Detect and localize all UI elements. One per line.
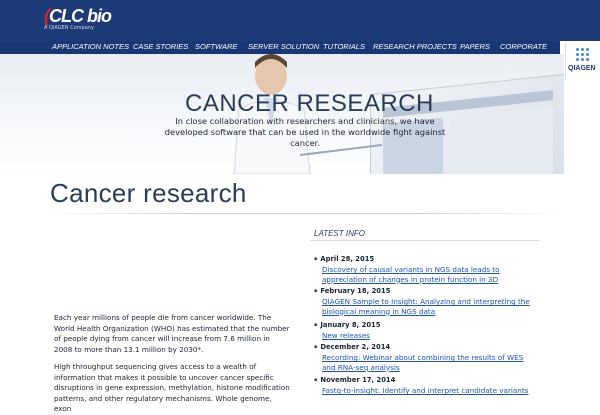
nav-case-stories[interactable]: CASE STORIES bbox=[133, 42, 188, 51]
news-link[interactable]: QIAGEN Sample to Insight: Analyzing and … bbox=[322, 297, 537, 316]
hero-title: CANCER RESEARCH bbox=[185, 90, 434, 117]
qiagen-logo[interactable]: QIAGEN bbox=[565, 44, 600, 80]
logo-mark: (CLC bio bbox=[44, 6, 112, 26]
page-title: Cancer research bbox=[50, 178, 247, 208]
header-bar: (CLC bio A QIAGEN Company bbox=[0, 0, 600, 41]
nav-server-solution[interactable]: SERVER SOLUTION bbox=[248, 42, 319, 51]
news-date: February 18, 2015 bbox=[314, 287, 390, 295]
nav-tutorials[interactable]: TUTORIALS bbox=[323, 42, 365, 51]
sequencing-paragraph: High throughput sequencing gives access … bbox=[54, 362, 290, 413]
qiagen-dots-icon bbox=[576, 48, 592, 62]
nav-software[interactable]: SOFTWARE bbox=[195, 42, 237, 51]
divider bbox=[44, 213, 564, 214]
news-link[interactable]: Fastq-to-insight: Identify and interpret… bbox=[322, 386, 537, 396]
qiagen-wordmark: QIAGEN bbox=[568, 65, 596, 72]
news-link[interactable]: New releases bbox=[322, 331, 537, 341]
main-nav: APPLICATION NOTES CASE STORIES SOFTWARE … bbox=[0, 41, 560, 54]
hero-banner: CANCER RESEARCH In close collaboration w… bbox=[0, 54, 564, 174]
nav-application-notes[interactable]: APPLICATION NOTES bbox=[52, 42, 129, 51]
news-link[interactable]: Discovery of causal variants in NGS data… bbox=[322, 265, 537, 284]
intro-paragraph: Each year millions of people die from ca… bbox=[54, 313, 290, 354]
nav-corporate[interactable]: CORPORATE bbox=[500, 42, 547, 51]
news-date: April 28, 2015 bbox=[314, 255, 374, 263]
latest-info-heading: LATEST INFO bbox=[314, 229, 365, 238]
news-date: November 17, 2014 bbox=[314, 376, 395, 384]
nav-papers[interactable]: PAPERS bbox=[460, 42, 490, 51]
news-date: December 2, 2014 bbox=[314, 343, 390, 351]
news-link[interactable]: Recording: Webinar about combining the r… bbox=[322, 353, 537, 372]
latest-info-list: April 28, 2015 Discovery of causal varia… bbox=[310, 240, 540, 401]
hero-subtitle: In close collaboration with researchers … bbox=[164, 116, 446, 148]
nav-research-projects[interactable]: RESEARCH PROJECTS bbox=[373, 42, 457, 51]
news-date: January 8, 2015 bbox=[314, 321, 380, 329]
clc-bio-logo[interactable]: (CLC bio A QIAGEN Company bbox=[44, 6, 112, 31]
